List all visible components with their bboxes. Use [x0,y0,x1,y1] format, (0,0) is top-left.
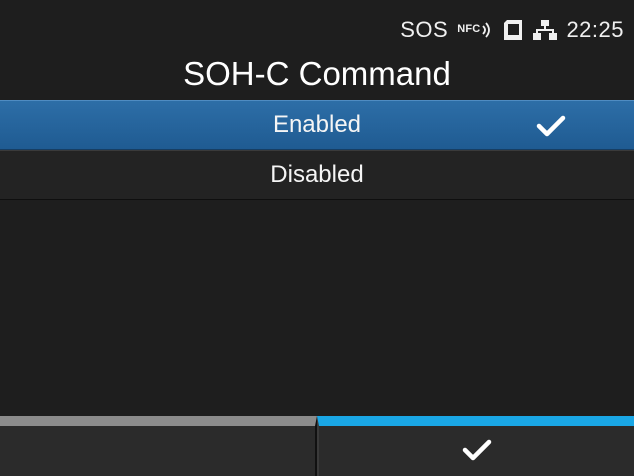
option-enabled[interactable]: Enabled [0,100,634,150]
sd-card-icon [502,19,524,41]
printer-screen: SOS NFC 22:25 SOH-C Command Enabled Disa… [0,0,634,476]
selected-check-icon [536,114,566,145]
option-disabled[interactable]: Disabled [0,150,634,200]
page-title: SOH-C Command [183,55,451,92]
softkey-bar [0,416,634,476]
nfc-label: NFC [457,23,481,35]
option-label: Disabled [270,161,364,188]
nfc-wave-icon [481,22,493,38]
nfc-indicator: NFC [457,22,493,38]
softkey-left[interactable] [0,416,317,476]
status-bar: SOS NFC 22:25 [400,14,624,46]
confirm-button[interactable] [317,416,634,476]
option-label: Enabled [272,111,362,138]
option-list: Enabled Disabled [0,100,634,200]
clock: 22:25 [566,17,624,42]
network-icon [533,19,558,41]
checkmark-icon [462,438,492,467]
sos-indicator: SOS [400,17,449,42]
